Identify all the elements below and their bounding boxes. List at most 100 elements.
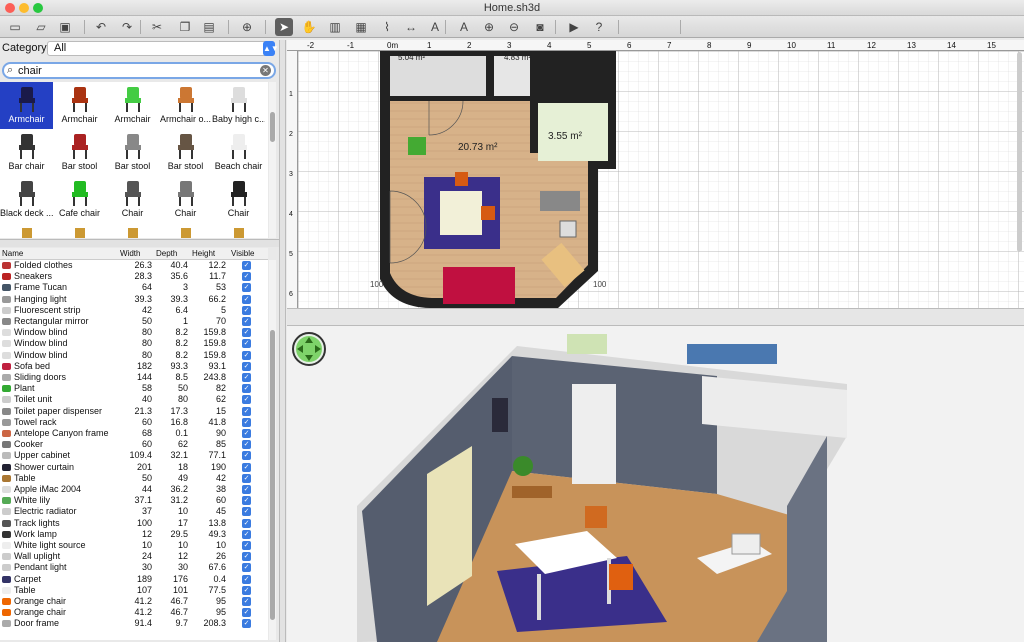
visible-checkbox[interactable]: ✓ <box>242 339 251 349</box>
table-row[interactable]: White light source 10 10 10 ✓ <box>0 540 268 551</box>
create-walls-icon[interactable]: ▥ <box>326 18 344 36</box>
chevron-down-icon[interactable]: ▲▼ <box>263 41 279 56</box>
visible-checkbox[interactable]: ✓ <box>242 485 251 494</box>
catalog-item[interactable]: Bar stool <box>106 129 159 176</box>
table-row[interactable]: Track lights 100 17 13.8 ✓ <box>0 518 268 529</box>
3d-view[interactable] <box>287 326 1024 642</box>
plan-scrollbar[interactable] <box>1017 52 1022 252</box>
catalog-splitter[interactable] <box>0 239 283 247</box>
table-row[interactable]: Window blind 80 8.2 159.8 ✓ <box>0 338 268 349</box>
visible-checkbox[interactable]: ✓ <box>242 395 251 405</box>
visible-checkbox[interactable]: ✓ <box>242 361 251 371</box>
paste-icon[interactable]: ▤ <box>200 18 218 36</box>
catalog-item-partial[interactable] <box>0 223 53 238</box>
table-row[interactable]: Rectangular mirror 50 1 70 ✓ <box>0 316 268 327</box>
navigation-arrows-icon[interactable] <box>292 332 326 366</box>
horizontal-splitter[interactable] <box>287 308 1024 326</box>
col-depth[interactable]: Depth <box>156 249 177 258</box>
catalog-item[interactable]: Armchair <box>106 82 159 129</box>
text-style-icon[interactable]: A <box>455 18 473 36</box>
visible-checkbox[interactable]: ✓ <box>242 541 251 550</box>
save-icon[interactable]: ▣ <box>56 18 74 36</box>
table-row[interactable]: Plant 58 50 82 ✓ <box>0 383 268 394</box>
create-rooms-icon[interactable]: ▦ <box>352 18 370 36</box>
new-icon[interactable]: ▭ <box>6 18 24 36</box>
catalog-item[interactable]: Armchair <box>53 82 106 129</box>
catalog-item[interactable]: Armchair <box>0 82 53 129</box>
table-row[interactable]: Work lamp 12 29.5 49.3 ✓ <box>0 529 268 540</box>
help-icon[interactable]: ? <box>590 18 608 36</box>
visible-checkbox[interactable]: ✓ <box>242 473 251 483</box>
table-row[interactable]: White lily 37.1 31.2 60 ✓ <box>0 495 268 506</box>
visible-checkbox[interactable]: ✓ <box>242 294 251 304</box>
catalog-item[interactable]: Bar stool <box>53 129 106 176</box>
table-row[interactable]: Sofa bed 182 93.3 93.1 ✓ <box>0 361 268 372</box>
catalog-item[interactable]: Chair <box>159 176 212 223</box>
furniture-scrollbar[interactable] <box>269 260 276 640</box>
catalog-item-partial[interactable] <box>159 223 212 238</box>
zoom-in-icon[interactable]: ⊕ <box>480 18 498 36</box>
table-row[interactable]: Orange chair 41.2 46.7 95 ✓ <box>0 596 268 607</box>
visible-checkbox[interactable]: ✓ <box>242 608 251 618</box>
video-icon[interactable]: ▶ <box>565 18 583 36</box>
visible-checkbox[interactable]: ✓ <box>242 429 251 438</box>
visible-checkbox[interactable]: ✓ <box>242 261 251 270</box>
visible-checkbox[interactable]: ✓ <box>242 440 251 450</box>
catalog-scroll-thumb[interactable] <box>270 112 275 142</box>
zoom-out-icon[interactable]: ⊖ <box>505 18 523 36</box>
visible-checkbox[interactable]: ✓ <box>242 563 251 573</box>
table-row[interactable]: Towel rack 60 16.8 41.8 ✓ <box>0 417 268 428</box>
create-dimensions-icon[interactable]: ↔ <box>402 18 420 36</box>
table-row[interactable]: Window blind 80 8.2 159.8 ✓ <box>0 350 268 361</box>
catalog-item[interactable]: Cafe chair <box>53 176 106 223</box>
visible-checkbox[interactable]: ✓ <box>242 619 251 629</box>
search-input[interactable]: chair <box>18 65 42 77</box>
visible-checkbox[interactable]: ✓ <box>242 507 251 517</box>
visible-checkbox[interactable]: ✓ <box>242 518 251 528</box>
catalog-item[interactable]: Black deck ... <box>0 176 53 223</box>
table-row[interactable]: Folded clothes 26.3 40.4 12.2 ✓ <box>0 260 268 271</box>
catalog-item-partial[interactable] <box>212 223 265 238</box>
col-height[interactable]: Height <box>192 249 215 258</box>
visible-checkbox[interactable]: ✓ <box>242 552 251 562</box>
col-name[interactable]: Name <box>2 249 23 258</box>
vertical-splitter[interactable] <box>279 40 286 642</box>
table-row[interactable]: Hanging light 39.3 39.3 66.2 ✓ <box>0 294 268 305</box>
visible-checkbox[interactable]: ✓ <box>242 574 251 584</box>
table-row[interactable]: Table 50 49 42 ✓ <box>0 473 268 484</box>
table-row[interactable]: Electric radiator 37 10 45 ✓ <box>0 506 268 517</box>
catalog-item-partial[interactable] <box>106 223 159 238</box>
visible-checkbox[interactable]: ✓ <box>242 328 251 338</box>
table-row[interactable]: Door frame 91.4 9.7 208.3 ✓ <box>0 618 268 629</box>
table-row[interactable]: Carpet 189 176 0.4 ✓ <box>0 574 268 585</box>
visible-checkbox[interactable]: ✓ <box>242 496 251 506</box>
create-polylines-icon[interactable]: ⌇ <box>378 18 396 36</box>
visible-checkbox[interactable]: ✓ <box>242 373 251 382</box>
cut-icon[interactable]: ✂ <box>148 18 166 36</box>
table-row[interactable]: Apple iMac 2004 44 36.2 38 ✓ <box>0 484 268 495</box>
table-row[interactable]: Fluorescent strip 42 6.4 5 ✓ <box>0 305 268 316</box>
table-row[interactable]: Toilet unit 40 80 62 ✓ <box>0 394 268 405</box>
table-row[interactable]: Antelope Canyon frame 68 0.1 90 ✓ <box>0 428 268 439</box>
catalog-item[interactable]: Chair <box>212 176 265 223</box>
catalog-item[interactable]: Armchair o... <box>159 82 212 129</box>
catalog-item[interactable]: Bar stool <box>159 129 212 176</box>
visible-checkbox[interactable]: ✓ <box>242 417 251 427</box>
catalog-item[interactable]: Bar chair <box>0 129 53 176</box>
visible-checkbox[interactable]: ✓ <box>242 283 251 293</box>
visible-checkbox[interactable]: ✓ <box>242 406 251 416</box>
table-row[interactable]: Orange chair 41.2 46.7 95 ✓ <box>0 607 268 618</box>
clear-search-icon[interactable]: ✕ <box>260 65 271 76</box>
table-row[interactable]: Shower curtain 201 18 190 ✓ <box>0 462 268 473</box>
select-icon[interactable]: ➤ <box>275 18 293 36</box>
visible-checkbox[interactable]: ✓ <box>242 305 251 315</box>
visible-checkbox[interactable]: ✓ <box>242 272 251 282</box>
table-row[interactable]: Upper cabinet 109.4 32.1 77.1 ✓ <box>0 450 268 461</box>
search-field[interactable]: ⌕ chair ✕ <box>2 62 276 79</box>
redo-icon[interactable]: ↷ <box>118 18 136 36</box>
open-icon[interactable]: ▱ <box>32 18 50 36</box>
visible-checkbox[interactable]: ✓ <box>242 462 251 472</box>
col-width[interactable]: Width <box>120 249 140 258</box>
table-row[interactable]: Toilet paper dispenser 21.3 17.3 15 ✓ <box>0 406 268 417</box>
catalog-item[interactable]: Beach chair <box>212 129 265 176</box>
